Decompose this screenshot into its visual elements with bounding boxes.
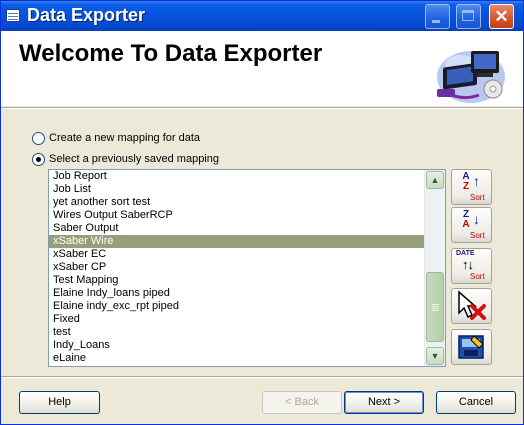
scroll-down-button[interactable]: ▼ (426, 347, 444, 365)
sort-za-icon: ZA (462, 209, 470, 230)
sort-za-label: Sort (470, 231, 485, 240)
help-button[interactable]: Help (19, 391, 100, 414)
edit-mapping-icon (458, 335, 484, 359)
create-new-radio[interactable] (32, 132, 45, 145)
title-bar[interactable]: Data Exporter ✕ (1, 1, 523, 31)
sort-date-label: Sort (470, 272, 485, 281)
wizard-header: Welcome To Data Exporter (1, 31, 523, 106)
minimize-icon (432, 20, 440, 23)
sort-az-arrow: ↑ (473, 173, 480, 189)
create-new-label: Create a new mapping for data (49, 132, 201, 144)
delete-mapping-button[interactable] (451, 288, 492, 324)
page-title: Welcome To Data Exporter (19, 40, 323, 67)
header-divider (1, 107, 523, 109)
delete-mapping-icon (458, 290, 486, 320)
back-button[interactable]: < Back (262, 391, 342, 414)
close-button[interactable]: ✕ (489, 4, 514, 29)
list-item[interactable]: Fixed (49, 313, 424, 326)
list-item[interactable]: xSaber CP (49, 261, 424, 274)
sort-ascending-button[interactable]: AZ ↑ Sort (451, 169, 492, 205)
sort-az-icon: AZ (462, 171, 470, 192)
list-item[interactable]: test (49, 326, 424, 339)
minimize-button[interactable] (425, 4, 450, 29)
list-item[interactable]: Saber Output (49, 222, 424, 235)
list-item[interactable]: Elaine Indy_loans piped (49, 287, 424, 300)
scroll-thumb[interactable] (426, 272, 444, 342)
maximize-icon (462, 10, 474, 21)
vertical-scrollbar[interactable]: ▲ ▼ (424, 170, 445, 366)
select-saved-radio[interactable] (32, 153, 45, 166)
sort-date-icon: ↑↓ (462, 257, 474, 272)
sort-by-date-button[interactable]: DATE ↑↓ Sort (451, 248, 492, 284)
close-icon: ✕ (494, 7, 509, 26)
scroll-up-button[interactable]: ▲ (426, 171, 444, 189)
list-item[interactable]: eLaine (49, 352, 424, 365)
list-item[interactable]: Test Mapping (49, 274, 424, 287)
next-button[interactable]: Next > (344, 391, 424, 414)
window-title: Data Exporter (27, 5, 146, 25)
maximize-button[interactable] (456, 4, 481, 29)
list-item[interactable]: Wires Output SaberRCP (49, 209, 424, 222)
app-icon (6, 9, 20, 22)
list-item[interactable]: Indy_Loans (49, 339, 424, 352)
list-item[interactable]: yet another sort test (49, 196, 424, 209)
saved-mappings-list[interactable]: Job Report Job List yet another sort test W… (48, 169, 446, 367)
list-item[interactable]: Job List (49, 183, 424, 196)
sort-descending-button[interactable]: ZA ↓ Sort (451, 207, 492, 243)
computer-wizard-icon (437, 51, 505, 103)
edit-mapping-button[interactable] (451, 329, 492, 365)
list-item[interactable]: xSaber Wire (49, 235, 424, 248)
sort-za-arrow: ↓ (473, 211, 480, 227)
cancel-button[interactable]: Cancel (436, 391, 516, 414)
footer-divider (1, 376, 523, 378)
data-exporter-window: Data Exporter ✕ Welcome To Data Exporter… (0, 0, 524, 425)
list-item[interactable]: Elaine indy_exc_rpt piped (49, 300, 424, 313)
mapping-list-items: Job Report Job List yet another sort test W… (49, 170, 424, 365)
list-item[interactable]: Job Report (49, 170, 424, 183)
select-saved-label: Select a previously saved mapping (49, 153, 219, 165)
sort-az-label: Sort (470, 193, 485, 202)
list-item[interactable]: xSaber EC (49, 248, 424, 261)
